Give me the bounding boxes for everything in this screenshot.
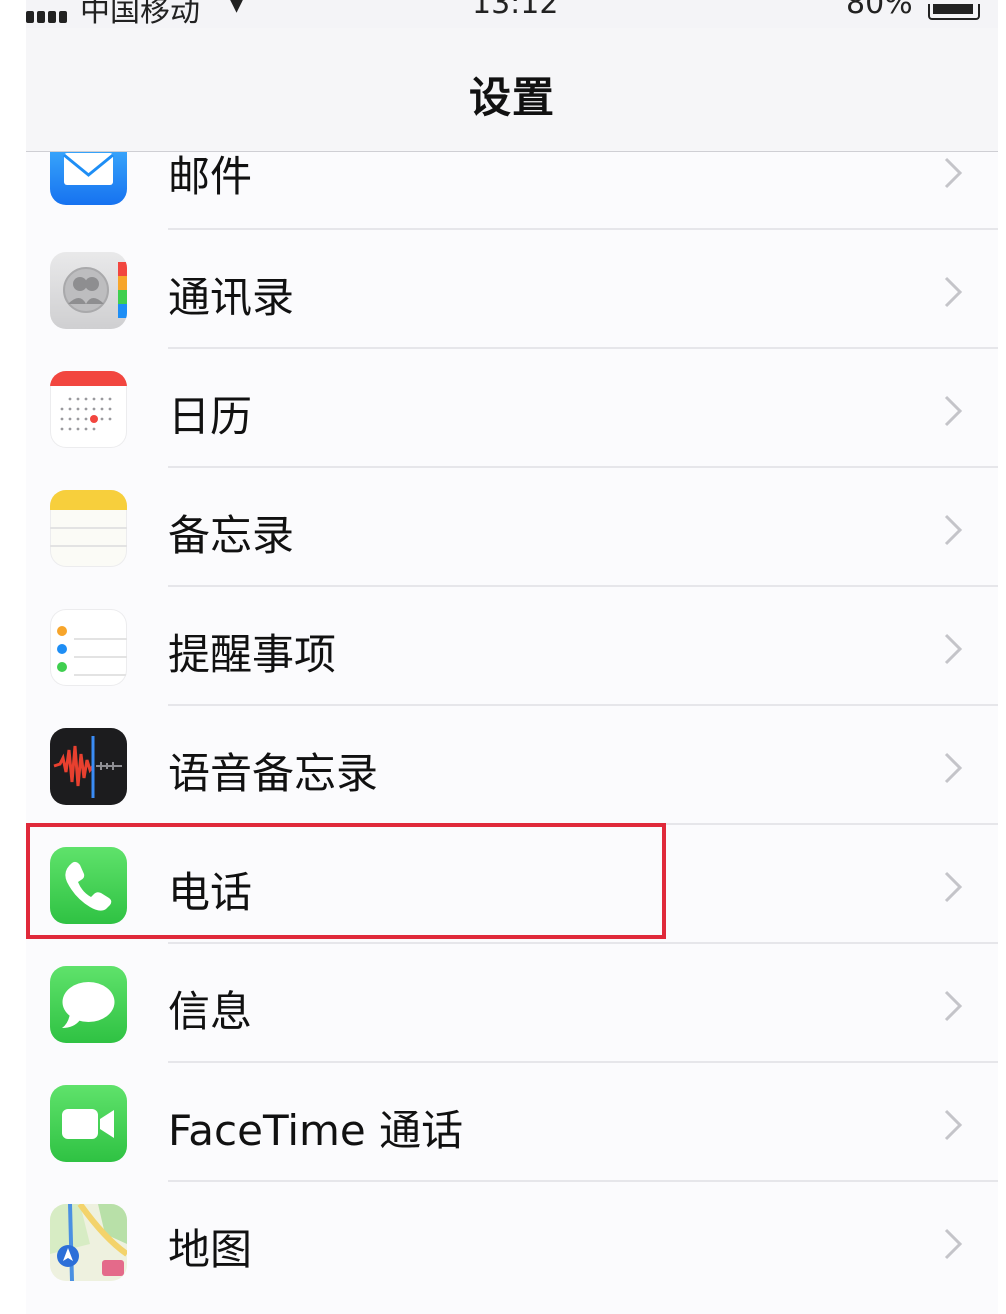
chevron-right-icon (944, 871, 963, 903)
chevron-right-icon (944, 395, 963, 427)
settings-row-label: 日历 (168, 392, 253, 441)
chevron-right-icon (944, 1228, 963, 1260)
wifi-icon: ▾ (230, 0, 244, 20)
settings-row-calendar[interactable]: 日历 (26, 349, 998, 468)
contacts-icon (50, 252, 127, 329)
settings-row-label: 邮件 (168, 152, 253, 201)
carrier-label: 中国移动 (80, 0, 200, 28)
settings-row-reminders[interactable]: 提醒事项 (26, 587, 998, 706)
settings-row-maps[interactable]: 地图 (26, 1182, 998, 1301)
maps-icon (50, 1204, 127, 1281)
chevron-right-icon (944, 752, 963, 784)
mail-icon (50, 147, 127, 205)
chevron-right-icon (944, 633, 963, 665)
voice-memos-icon (50, 728, 127, 805)
settings-row-label: 语音备忘录 (168, 749, 379, 798)
settings-row-label: FaceTime 通话 (168, 1106, 464, 1155)
settings-row-label: 通讯录 (168, 273, 295, 322)
battery-icon (928, 4, 980, 20)
settings-row-label: 地图 (168, 1225, 253, 1274)
chevron-right-icon (944, 157, 963, 189)
settings-row-voice-memos[interactable]: 语音备忘录 (26, 706, 998, 825)
settings-row-messages[interactable]: 信息 (26, 944, 998, 1063)
chevron-right-icon (944, 276, 963, 308)
reminders-icon (50, 609, 127, 686)
messages-icon (50, 966, 127, 1043)
status-bar: 中国移动 ▾ 13:12 80% (26, 0, 998, 28)
chevron-right-icon (944, 514, 963, 546)
highlight-box-phone (26, 823, 666, 939)
settings-row-facetime[interactable]: FaceTime 通话 (26, 1063, 998, 1182)
battery-percent: 80% (846, 0, 913, 21)
settings-row-label: 备忘录 (168, 511, 295, 560)
settings-screen: 邮件 通讯录 日历 备忘录 提醒事项 语音备忘录 电话 信息 FaceTime … (26, 0, 998, 1314)
chevron-right-icon (944, 990, 963, 1022)
chevron-right-icon (944, 1109, 963, 1141)
settings-row-label: 提醒事项 (168, 630, 337, 679)
notes-icon (50, 490, 127, 567)
facetime-icon (50, 1085, 127, 1162)
settings-row-contacts[interactable]: 通讯录 (26, 230, 998, 349)
page-title: 设置 (468, 73, 555, 122)
signal-icon (26, 8, 72, 23)
navigation-bar: 设置 (26, 28, 998, 152)
settings-row-notes[interactable]: 备忘录 (26, 468, 998, 587)
status-time: 13:12 (472, 0, 559, 21)
settings-row-label: 信息 (168, 987, 253, 1036)
calendar-icon (50, 371, 127, 448)
